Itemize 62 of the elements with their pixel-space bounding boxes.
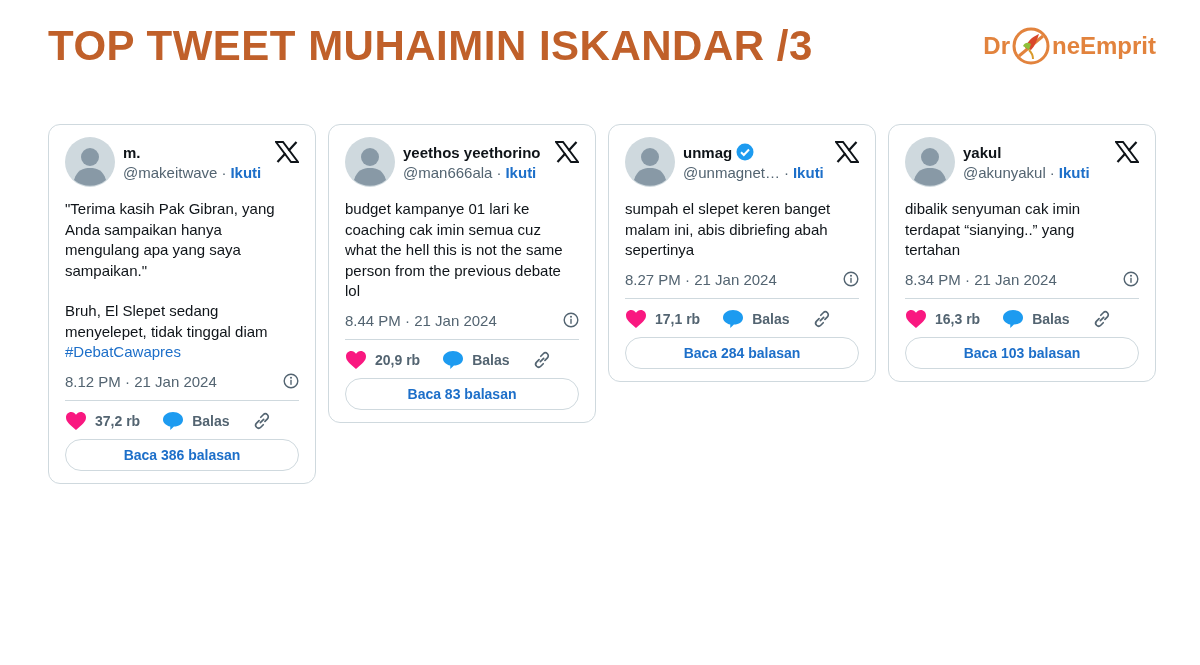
follow-link[interactable]: Ikuti [230, 163, 262, 181]
user-handle[interactable]: @makeitwave [123, 163, 218, 181]
speech-bubble-icon[interactable] [162, 410, 185, 431]
heart-icon[interactable] [625, 308, 647, 329]
user-handle[interactable]: @akunyakul [963, 163, 1046, 181]
follow-link[interactable]: Ikuti [505, 163, 537, 181]
x-logo-icon[interactable] [835, 141, 859, 163]
separator-dot: · [221, 163, 227, 181]
user-name[interactable]: yakul [963, 143, 1002, 161]
speech-bubble-icon[interactable] [722, 308, 745, 329]
separator-dot: · [496, 163, 502, 181]
avatar[interactable] [625, 137, 675, 187]
slide-title: TOP TWEET MUHAIMIN ISKANDAR /3 [48, 22, 813, 70]
bird-logo-icon [1011, 26, 1051, 66]
tweet-text: "Terima kasih Pak Gibran, yang Anda sampaikan hanya mengulang apa yang saya sampaikan." [65, 199, 276, 281]
follow-link[interactable]: Ikuti [792, 164, 824, 181]
separator-dot: · [783, 164, 789, 181]
reply-label[interactable]: Balas [192, 412, 230, 429]
like-count[interactable]: 16,3 rb [935, 310, 981, 327]
speech-bubble-icon[interactable] [442, 349, 465, 370]
user-name[interactable]: m. [123, 143, 141, 161]
read-replies-button[interactable]: Baca 103 balasan [905, 336, 1139, 369]
avatar[interactable] [905, 137, 955, 187]
heart-icon[interactable] [345, 349, 367, 370]
logo-text: neEmprit [1052, 32, 1156, 60]
user-handle[interactable]: @man666ala [403, 163, 493, 181]
info-icon[interactable] [563, 312, 579, 328]
reply-label[interactable]: Balas [1032, 310, 1070, 327]
like-count[interactable]: 37,2 rb [95, 412, 141, 429]
tweet-text: sumpah el slepet keren banget malam ini, abis dibriefing abah sepertinya [625, 199, 832, 260]
x-logo-icon[interactable] [275, 141, 299, 163]
x-logo-icon[interactable] [555, 141, 579, 163]
follow-link[interactable]: Ikuti [1058, 163, 1090, 181]
reply-label[interactable]: Balas [472, 351, 510, 368]
heart-icon[interactable] [905, 308, 927, 329]
user-name[interactable]: unmag [683, 143, 733, 161]
tweet-text: dibalik senyuman cak imin terdapat “sianying..” yang tertahan [905, 199, 1082, 260]
speech-bubble-icon[interactable] [1002, 308, 1025, 329]
like-count[interactable]: 17,1 rb [655, 310, 701, 327]
info-icon[interactable] [283, 373, 299, 389]
tweet-timestamp[interactable]: 8.27 PM · 21 Jan 2024 [625, 270, 777, 288]
like-count[interactable]: 20,9 rb [375, 351, 421, 368]
tweet-timestamp[interactable]: 8.44 PM · 21 Jan 2024 [345, 311, 497, 329]
user-name[interactable]: yeethos yeethorino [403, 143, 541, 161]
read-replies-button[interactable]: Baca 386 balasan [65, 438, 299, 471]
separator-dot: · [1049, 163, 1055, 181]
info-icon[interactable] [1123, 271, 1139, 287]
read-replies-button[interactable]: Baca 284 balasan [625, 336, 859, 369]
hashtag-link[interactable]: #DebatCawapres [65, 342, 181, 363]
logo-text: Dr [983, 32, 1010, 60]
heart-icon[interactable] [65, 410, 87, 431]
reply-label[interactable]: Balas [752, 310, 790, 327]
avatar[interactable] [65, 137, 115, 187]
tweet-text: budget kampanye 01 lari ke coaching cak imin semua cuz what the hell this is not the same person from the previous debate lol [345, 199, 564, 301]
tweet-text: Bruh, El Slepet sedang menyelepet, tidak tinggal diam #DebatCawapres [65, 301, 287, 363]
user-handle[interactable]: @unmagnet… [683, 164, 780, 181]
read-replies-button[interactable]: Baca 83 balasan [345, 377, 579, 410]
x-logo-icon[interactable] [1115, 141, 1139, 163]
info-icon[interactable] [843, 271, 859, 287]
tweet-timestamp[interactable]: 8.34 PM · 21 Jan 2024 [905, 270, 1057, 288]
avatar[interactable] [345, 137, 395, 187]
tweet-timestamp[interactable]: 8.12 PM · 21 Jan 2024 [65, 372, 217, 390]
